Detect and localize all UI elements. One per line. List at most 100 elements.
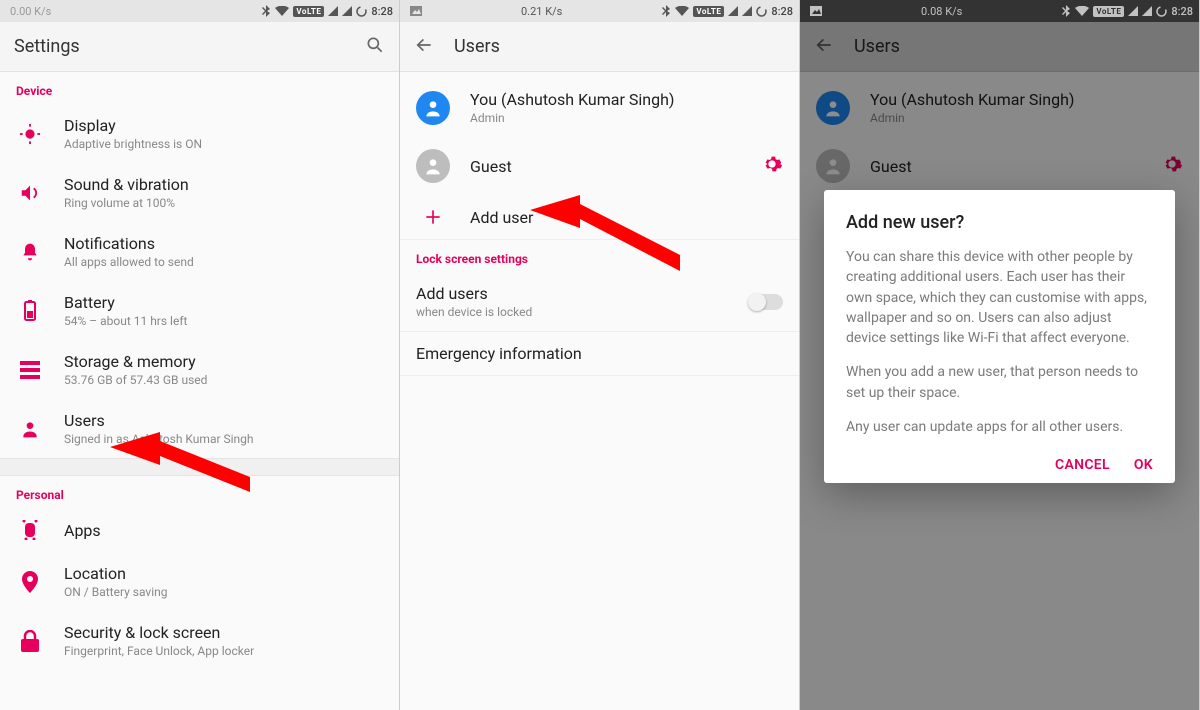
wifi-icon (1075, 6, 1089, 16)
settings-item-apps[interactable]: Apps (0, 508, 399, 552)
add-user-dialog: Add new user? You can share this device … (824, 190, 1175, 483)
status-net: 0.08 K/s (921, 5, 962, 18)
signal-icon-2 (342, 6, 352, 16)
item-sub: Fingerprint, Face Unlock, App locker (64, 644, 254, 658)
dialog-paragraph: Any user can update apps for all other u… (846, 417, 1153, 437)
item-title: Display (64, 116, 202, 135)
cancel-button[interactable]: CANCEL (1055, 457, 1110, 473)
section-lock-settings: Lock screen settings (400, 240, 799, 272)
user-title: Guest (470, 157, 512, 176)
avatar-icon (416, 149, 450, 183)
gear-icon[interactable] (761, 153, 783, 179)
data-sync-icon (1156, 6, 1167, 17)
avatar-icon (416, 91, 450, 125)
dialog-paragraph: When you add a new user, that person nee… (846, 362, 1153, 403)
signal-icon-2 (1142, 6, 1152, 16)
bluetooth-icon (661, 5, 671, 17)
item-sub: ON / Battery saving (64, 585, 168, 599)
add-users-locked-row[interactable]: Add users when device is locked (400, 272, 799, 331)
apps-icon (16, 520, 44, 540)
settings-header: Settings (0, 22, 399, 72)
user-row-you[interactable]: You (Ashutosh Kumar Singh)Admin (400, 72, 799, 137)
location-icon (16, 571, 44, 593)
item-sub: All apps allowed to send (64, 255, 194, 269)
wifi-icon (675, 6, 689, 16)
status-bar: 0.21 K/s VoLTE 8:28 (400, 0, 799, 22)
bluetooth-icon (1061, 5, 1071, 17)
dialog-paragraph: You can share this device with other peo… (846, 247, 1153, 348)
volte-badge: VoLTE (293, 6, 324, 17)
storage-icon (16, 361, 44, 379)
settings-item-storage[interactable]: Storage & memory 53.76 GB of 57.43 GB use… (0, 340, 399, 399)
item-sub: Signed in as Ashutosh Kumar Singh (64, 432, 254, 446)
settings-item-users[interactable]: Users Signed in as Ashutosh Kumar Singh (0, 399, 399, 458)
screenshot-icon (406, 6, 422, 16)
item-title: Notifications (64, 234, 194, 253)
row-title: Emergency information (416, 344, 582, 363)
data-sync-icon (356, 6, 367, 17)
signal-icon (728, 6, 738, 16)
section-device: Device (0, 72, 399, 104)
data-sync-icon (756, 6, 767, 17)
ok-button[interactable]: OK (1134, 457, 1153, 473)
signal-icon-2 (742, 6, 752, 16)
item-sub: 53.76 GB of 57.43 GB used (64, 373, 207, 387)
panel-settings: 0.00 K/s VoLTE 8:28 Settings Device Disp… (0, 0, 400, 710)
item-title: Location (64, 564, 168, 583)
back-icon[interactable] (414, 35, 434, 59)
status-net: 0.21 K/s (521, 5, 562, 18)
status-time: 8:28 (1171, 5, 1193, 18)
settings-item-sound[interactable]: Sound & vibration Ring volume at 100% (0, 163, 399, 222)
toggle-switch[interactable] (749, 294, 783, 310)
search-icon[interactable] (365, 35, 385, 59)
screenshot-icon (806, 6, 822, 16)
item-sub: 54% – about 11 hrs left (64, 314, 187, 328)
plus-icon (416, 207, 450, 227)
section-gap (0, 458, 399, 476)
page-title: Settings (14, 36, 80, 57)
item-sub: Ring volume at 100% (64, 196, 189, 210)
item-title: Security & lock screen (64, 623, 254, 642)
section-personal: Personal (0, 476, 399, 508)
users-header: Users (400, 22, 799, 72)
volte-badge: VoLTE (1093, 6, 1124, 17)
settings-item-location[interactable]: Location ON / Battery saving (0, 552, 399, 611)
item-sub: Adaptive brightness is ON (64, 137, 202, 151)
volte-badge: VoLTE (693, 6, 724, 17)
row-title: Add users (416, 284, 532, 303)
item-title: Storage & memory (64, 352, 207, 371)
settings-item-security[interactable]: Security & lock screen Fingerprint, Face … (0, 611, 399, 670)
signal-icon (328, 6, 338, 16)
settings-item-display[interactable]: Display Adaptive brightness is ON (0, 104, 399, 163)
add-user-row[interactable]: Add user (400, 195, 799, 239)
user-icon (16, 419, 44, 439)
battery-icon (16, 300, 44, 322)
volume-icon (16, 182, 44, 204)
display-icon (16, 123, 44, 145)
item-title: Apps (64, 521, 101, 540)
row-sub: when device is locked (416, 305, 532, 319)
bell-icon (16, 241, 44, 263)
user-row-guest[interactable]: Guest (400, 137, 799, 195)
emergency-info-row[interactable]: Emergency information (400, 332, 799, 375)
bluetooth-icon (261, 5, 271, 17)
status-net: 0.00 K/s (6, 5, 51, 18)
item-title: Sound & vibration (64, 175, 189, 194)
status-time: 8:28 (771, 5, 793, 18)
status-time: 8:28 (371, 5, 393, 18)
user-title: You (Ashutosh Kumar Singh) (470, 90, 674, 109)
item-title: Users (64, 411, 254, 430)
item-title: Battery (64, 293, 187, 312)
add-user-label: Add user (470, 208, 533, 227)
panel-users: 0.21 K/s VoLTE 8:28 Users You (Ashutosh … (400, 0, 800, 710)
signal-icon (1128, 6, 1138, 16)
settings-item-notifications[interactable]: Notifications All apps allowed to send (0, 222, 399, 281)
status-bar: 0.00 K/s VoLTE 8:28 (0, 0, 399, 22)
dialog-title: Add new user? (846, 212, 1153, 233)
wifi-icon (275, 6, 289, 16)
status-bar: 0.08 K/s VoLTE 8:28 (800, 0, 1199, 22)
settings-item-battery[interactable]: Battery 54% – about 11 hrs left (0, 281, 399, 340)
panel-dialog: 0.08 K/s VoLTE 8:28 Users You (Ashutosh … (800, 0, 1200, 710)
page-title: Users (454, 36, 500, 57)
lock-icon (16, 630, 44, 652)
